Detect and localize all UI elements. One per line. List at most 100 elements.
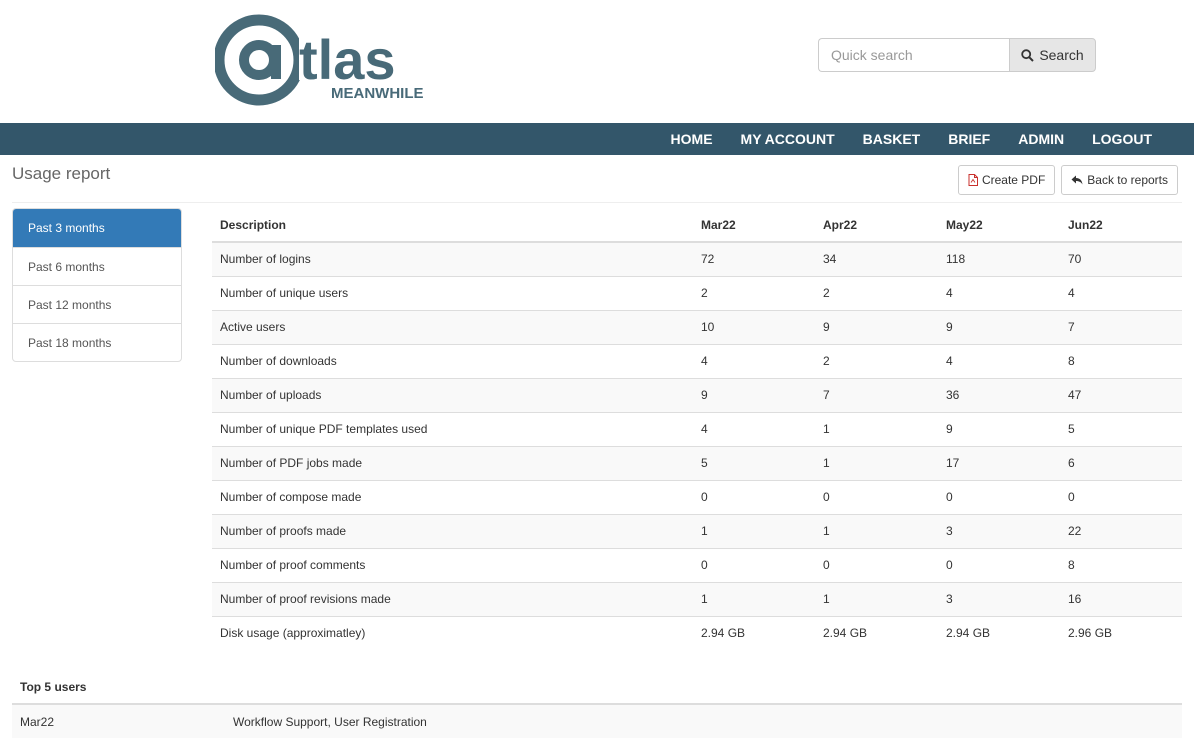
row-value: 0 [693,547,815,582]
table-row: Number of PDF jobs made 5 1 17 6 [212,445,1182,480]
row-value: 8 [1060,547,1182,582]
column-header: May22 [938,208,1060,243]
column-header: Apr22 [815,208,938,243]
row-description: Number of downloads [212,343,693,378]
row-description: Number of proofs made [212,513,693,548]
table-row: Number of proof revisions made 1 1 3 16 [212,581,1182,616]
row-value: 1 [815,411,938,446]
period-item-18-months[interactable]: Past 18 months [13,323,181,361]
row-description: Active users [212,309,693,344]
report-actions: Create PDF Back to reports [957,165,1178,195]
row-value: 10 [693,309,815,344]
period-item-3-months[interactable]: Past 3 months [13,209,181,247]
quick-search: Search [818,38,1096,72]
top-users-table: Top 5 users Mar22 Workflow Support, User … [12,670,1182,738]
row-value: 2 [815,343,938,378]
row-value: 5 [1060,411,1182,446]
row-value: 1 [693,513,815,548]
row-value: 2.94 GB [938,615,1060,650]
atlas-logo[interactable]: tlas MEANWHILE [213,10,425,110]
table-row: Number of uploads 9 7 36 47 [212,377,1182,412]
row-value: 8 [1060,343,1182,378]
row-value: 2 [693,275,815,310]
nav-my-account[interactable]: MY ACCOUNT [727,123,849,155]
page-title: Usage report [12,164,111,183]
row-value: 7 [815,377,938,412]
top-users-names: Workflow Support, User Registration [225,704,1182,738]
row-value: 0 [693,479,815,514]
row-value: 3 [938,513,1060,548]
column-header: Jun22 [1060,208,1182,243]
row-description: Number of uploads [212,377,693,412]
row-value: 2 [815,275,938,310]
row-value: 7 [1060,309,1182,344]
table-row: Mar22 Workflow Support, User Registration [12,704,1182,738]
pdf-file-icon [968,174,978,186]
row-value: 0 [815,479,938,514]
search-input[interactable] [818,38,1009,72]
table-row: Number of unique users 2 2 4 4 [212,275,1182,310]
row-value: 1 [815,581,938,616]
row-value: 3 [938,581,1060,616]
row-value: 1 [815,445,938,480]
row-value: 1 [693,581,815,616]
table-row: Active users 10 9 9 7 [212,309,1182,344]
row-value: 2.94 GB [815,615,938,650]
table-row: Number of downloads 4 2 4 8 [212,343,1182,378]
row-value: 4 [693,411,815,446]
top-users-title: Top 5 users [12,670,1182,705]
table-row: Number of unique PDF templates used 4 1 9 5 [212,411,1182,446]
nav-basket[interactable]: BASKET [849,123,935,155]
table-row: Number of compose made 0 0 0 0 [212,479,1182,514]
atlas-logo-icon: tlas MEANWHILE [213,14,424,106]
row-value: 17 [938,445,1060,480]
row-description: Number of compose made [212,479,693,514]
row-description: Number of logins [212,242,693,276]
table-row: Number of proof comments 0 0 0 8 [212,547,1182,582]
row-value: 70 [1060,242,1182,276]
nav-admin[interactable]: ADMIN [1004,123,1078,155]
row-value: 22 [1060,513,1182,548]
svg-text:MEANWHILE: MEANWHILE [331,85,424,102]
row-value: 34 [815,242,938,276]
row-value: 16 [1060,581,1182,616]
row-description: Number of unique PDF templates used [212,411,693,446]
nav-home[interactable]: HOME [657,123,727,155]
back-to-reports-label: Back to reports [1087,173,1168,187]
search-button[interactable]: Search [1009,38,1096,72]
row-value: 6 [1060,445,1182,480]
row-value: 72 [693,242,815,276]
row-value: 36 [938,377,1060,412]
table-row: Number of logins 72 34 118 70 [212,242,1182,276]
row-description: Number of unique users [212,275,693,310]
row-description: Number of proof revisions made [212,581,693,616]
row-value: 4 [938,275,1060,310]
nav-logout[interactable]: LOGOUT [1078,123,1166,155]
row-value: 4 [1060,275,1182,310]
row-value: 9 [815,309,938,344]
row-description: Number of proof comments [212,547,693,582]
create-pdf-label: Create PDF [981,173,1046,187]
period-item-6-months[interactable]: Past 6 months [13,247,181,285]
usage-table-header: Description Mar22 Apr22 May22 Jun22 [212,208,1182,243]
row-value: 2.96 GB [1060,615,1182,650]
nav-brief[interactable]: BRIEF [934,123,1004,155]
row-value: 9 [693,377,815,412]
main-nav: HOME MY ACCOUNT BASKET BRIEF ADMIN LOGOU… [0,123,1194,155]
top-users-month: Mar22 [12,704,225,738]
column-header: Mar22 [693,208,815,243]
row-description: Disk usage (approximatley) [212,615,693,650]
period-item-12-months[interactable]: Past 12 months [13,285,181,323]
row-value: 0 [938,547,1060,582]
create-pdf-button[interactable]: Create PDF [957,165,1056,195]
search-icon [1021,48,1035,62]
back-to-reports-button[interactable]: Back to reports [1061,165,1178,195]
row-value: 1 [815,513,938,548]
row-value: 118 [938,242,1060,276]
row-value: 5 [693,445,815,480]
title-divider [12,202,1182,203]
row-value: 4 [693,343,815,378]
table-row: Number of proofs made 1 1 3 22 [212,513,1182,548]
top-users-header: Top 5 users [12,670,1182,705]
search-button-label: Search [1039,47,1084,63]
